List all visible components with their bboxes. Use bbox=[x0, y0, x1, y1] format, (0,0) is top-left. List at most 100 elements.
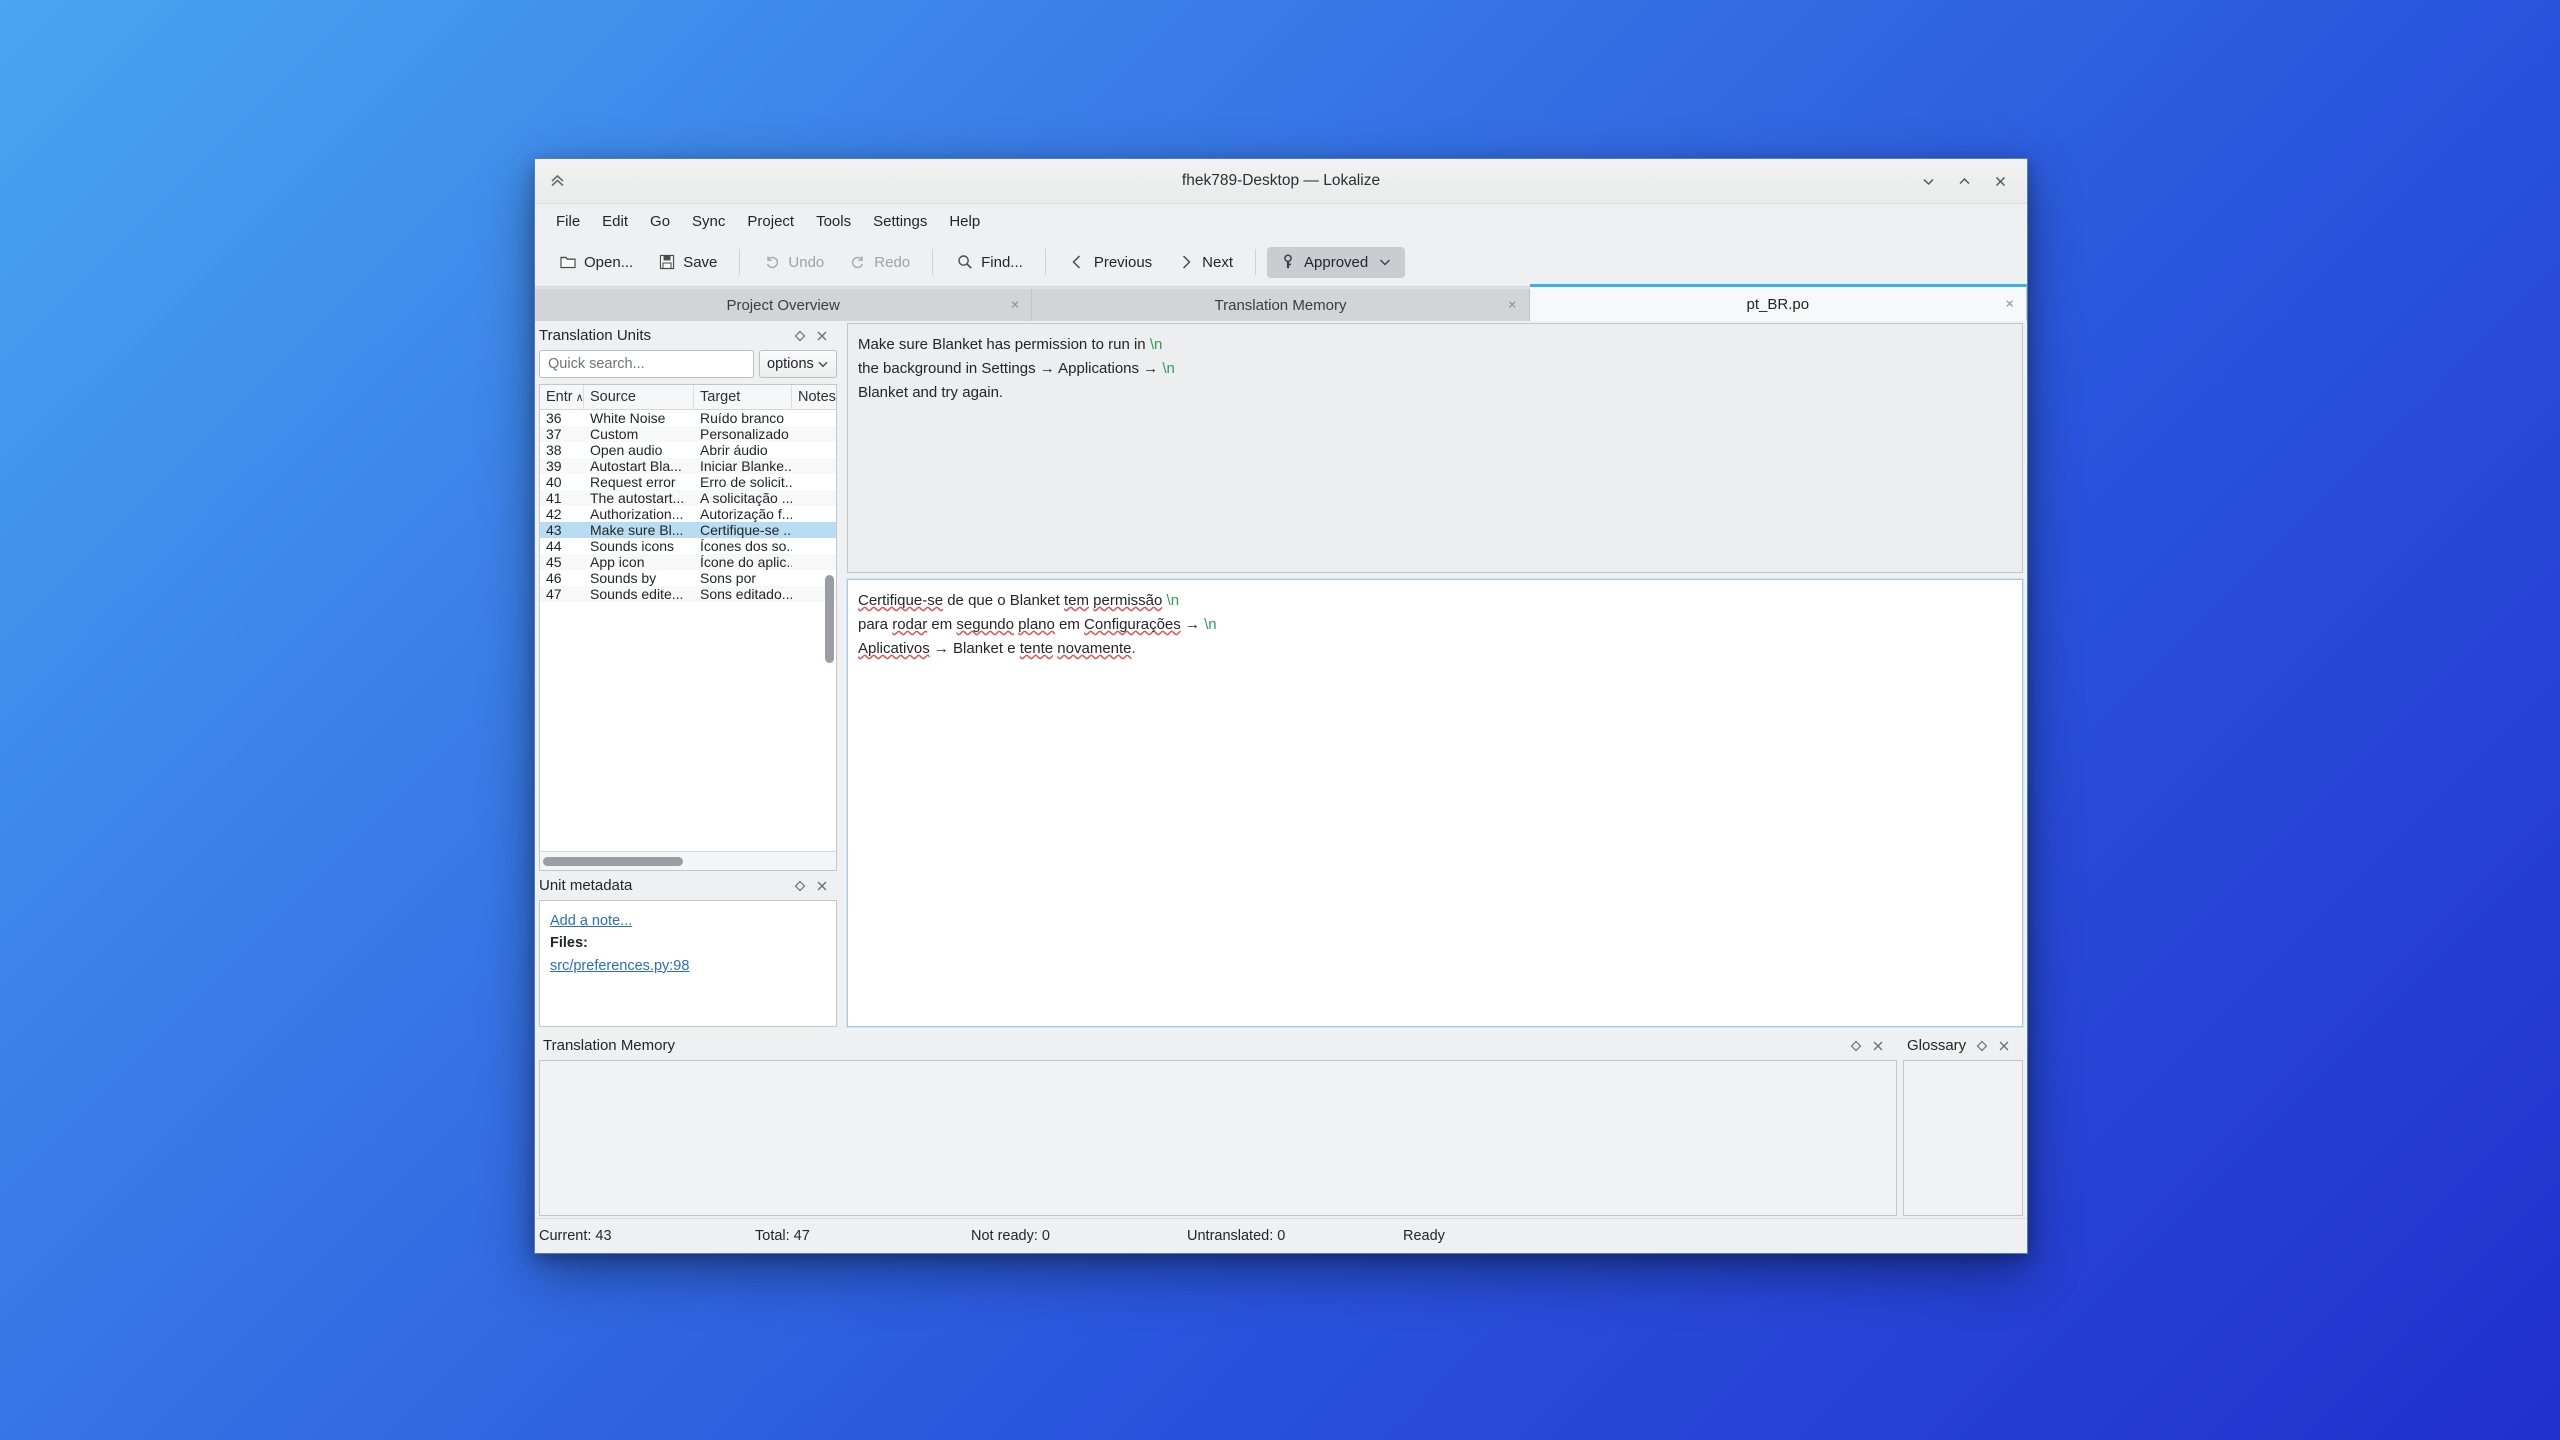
window-menu-button[interactable] bbox=[535, 173, 579, 190]
save-button[interactable]: Save bbox=[646, 247, 728, 278]
cell-entry: 47 bbox=[546, 586, 562, 602]
cell-entry: 38 bbox=[546, 442, 562, 458]
misspelled-word: tem bbox=[1063, 592, 1089, 609]
misspelled-word: plano bbox=[1018, 616, 1055, 633]
redo-button[interactable]: Redo bbox=[837, 247, 921, 278]
table-row[interactable]: 45 App icon Ícone do aplic... bbox=[540, 554, 836, 570]
unit-metadata-body: Add a note... Files: src/preferences.py:… bbox=[539, 900, 837, 1027]
tab-close-icon[interactable]: × bbox=[1508, 298, 1517, 313]
status-not-ready: Not ready: 0 bbox=[971, 1228, 1050, 1244]
tab-project-overview[interactable]: Project Overview × bbox=[535, 289, 1033, 321]
table-row[interactable]: 39 Autostart Bla... Iniciar Blanke... bbox=[540, 458, 836, 474]
tab-close-icon[interactable]: × bbox=[1011, 298, 1020, 313]
previous-button[interactable]: Previous bbox=[1057, 247, 1163, 278]
undock-icon[interactable] bbox=[789, 325, 811, 347]
close-icon[interactable] bbox=[811, 875, 833, 897]
tab-translation-memory[interactable]: Translation Memory × bbox=[1032, 289, 1530, 321]
folder-open-icon bbox=[558, 253, 577, 272]
cell-target: Certifique-se ... bbox=[700, 522, 792, 538]
lower-dock-row: Translation Memory Glossary bbox=[535, 1031, 2027, 1218]
status-total: Total: 47 bbox=[755, 1228, 810, 1244]
status-current: Current: 43 bbox=[539, 1228, 612, 1244]
table-row[interactable]: 44 Sounds icons Ícones dos so... bbox=[540, 538, 836, 554]
undo-arrow-icon bbox=[762, 253, 781, 272]
translation-memory-dock: Translation Memory bbox=[539, 1031, 1897, 1216]
glossary-results[interactable] bbox=[1903, 1060, 2023, 1216]
column-header-source[interactable]: Source bbox=[584, 385, 694, 409]
target-text-editor[interactable]: Certifique-se de que o Blanket tem permi… bbox=[846, 578, 2024, 1028]
cell-source: Open audio bbox=[590, 442, 663, 458]
table-row[interactable]: 38 Open audio Abrir áudio bbox=[540, 442, 836, 458]
tab-pt-br-po[interactable]: pt_BR.po × bbox=[1529, 284, 2027, 321]
search-options-button[interactable]: options bbox=[759, 350, 837, 378]
target-text: em bbox=[927, 616, 957, 633]
chevron-left-icon bbox=[1068, 253, 1087, 272]
menu-settings[interactable]: Settings bbox=[862, 209, 938, 234]
close-icon[interactable] bbox=[811, 325, 833, 347]
menu-help[interactable]: Help bbox=[938, 209, 991, 234]
misspelled-word: Certifique-se bbox=[858, 592, 944, 609]
table-row[interactable]: 37 Custom Personalizado bbox=[540, 426, 836, 442]
source-line-1: Make sure Blanket has permission to run … bbox=[858, 333, 2012, 357]
table-row[interactable]: 41 The autostart... A solicitação ... bbox=[540, 490, 836, 506]
column-label: Entr bbox=[546, 389, 573, 405]
window-title: fhek789-Desktop — Lokalize bbox=[1181, 172, 1381, 189]
escape-sequence: \n bbox=[1204, 616, 1217, 633]
table-row[interactable]: 46 Sounds by Sons por bbox=[540, 570, 836, 586]
chevron-down-icon bbox=[817, 358, 829, 370]
tab-label: Translation Memory bbox=[1214, 296, 1347, 314]
table-row[interactable]: 43 Make sure Bl... Certifique-se ... bbox=[540, 522, 836, 538]
add-note-link[interactable]: Add a note... bbox=[550, 910, 826, 932]
close-icon[interactable] bbox=[1993, 1035, 2015, 1057]
minimize-button[interactable] bbox=[1911, 166, 1945, 196]
cell-entry: 36 bbox=[546, 410, 562, 426]
file-reference-link[interactable]: src/preferences.py:98 bbox=[550, 955, 826, 977]
table-row[interactable]: 40 Request error Erro de solicit... bbox=[540, 474, 836, 490]
menu-project[interactable]: Project bbox=[736, 209, 805, 234]
menu-go[interactable]: Go bbox=[639, 209, 681, 234]
target-line-1: Certifique-se de que o Blanket tem permi… bbox=[858, 589, 2012, 613]
table-row[interactable]: 42 Authorization... Autorização f... bbox=[540, 506, 836, 522]
maximize-button[interactable] bbox=[1947, 166, 1981, 196]
table-vertical-scrollbar[interactable] bbox=[825, 575, 834, 663]
translation-memory-results[interactable] bbox=[539, 1060, 1897, 1216]
window-body: Translation Units Quick search... option… bbox=[535, 321, 2027, 1253]
tab-close-icon[interactable]: × bbox=[2005, 297, 2014, 312]
open-button[interactable]: Open... bbox=[547, 247, 644, 278]
target-text: . bbox=[1131, 640, 1136, 657]
menu-edit[interactable]: Edit bbox=[591, 209, 639, 234]
close-icon[interactable] bbox=[1867, 1035, 1889, 1057]
menu-tools[interactable]: Tools bbox=[805, 209, 862, 234]
table-row[interactable]: 36 White Noise Ruído branco bbox=[540, 410, 836, 426]
cell-entry: 44 bbox=[546, 538, 562, 554]
undock-icon[interactable] bbox=[1971, 1035, 1993, 1057]
target-text: → Blanket e bbox=[929, 640, 1020, 657]
close-icon bbox=[1993, 174, 2008, 189]
column-header-entry[interactable]: Entr ∧ bbox=[540, 385, 584, 409]
scrollbar-thumb[interactable] bbox=[543, 856, 683, 866]
undo-button[interactable]: Undo bbox=[751, 247, 835, 278]
undock-icon[interactable] bbox=[789, 875, 811, 897]
upper-split: Translation Units Quick search... option… bbox=[535, 321, 2027, 1031]
approved-toggle-button[interactable]: Approved bbox=[1267, 246, 1406, 278]
close-button[interactable] bbox=[1983, 166, 2017, 196]
translation-units-table[interactable]: Entr ∧ Source Target Notes 36 White Noise… bbox=[539, 384, 837, 871]
menu-sync[interactable]: Sync bbox=[681, 209, 736, 234]
find-button[interactable]: Find... bbox=[944, 247, 1034, 278]
target-line-2: para rodar em segundo plano em Configura… bbox=[858, 613, 2012, 637]
undock-icon[interactable] bbox=[1845, 1035, 1867, 1057]
source-line-2: the background in Settings → Application… bbox=[858, 357, 2012, 381]
table-row[interactable]: 47 Sounds edite... Sons editado... bbox=[540, 586, 836, 602]
cell-source: The autostart... bbox=[590, 490, 685, 506]
column-header-target[interactable]: Target bbox=[694, 385, 792, 409]
menu-file[interactable]: File bbox=[545, 209, 591, 234]
column-header-notes[interactable]: Notes bbox=[792, 385, 842, 409]
cell-source: App icon bbox=[590, 554, 645, 570]
table-horizontal-scrollbar[interactable] bbox=[540, 851, 836, 870]
desktop-background: fhek789-Desktop — Lokalize File Edit Go … bbox=[0, 0, 2560, 1440]
chevron-right-icon bbox=[1176, 253, 1195, 272]
approved-key-icon bbox=[1278, 253, 1297, 272]
next-button[interactable]: Next bbox=[1165, 247, 1244, 278]
quick-search-input[interactable]: Quick search... bbox=[539, 350, 754, 378]
quick-search-row: Quick search... options bbox=[535, 350, 841, 384]
